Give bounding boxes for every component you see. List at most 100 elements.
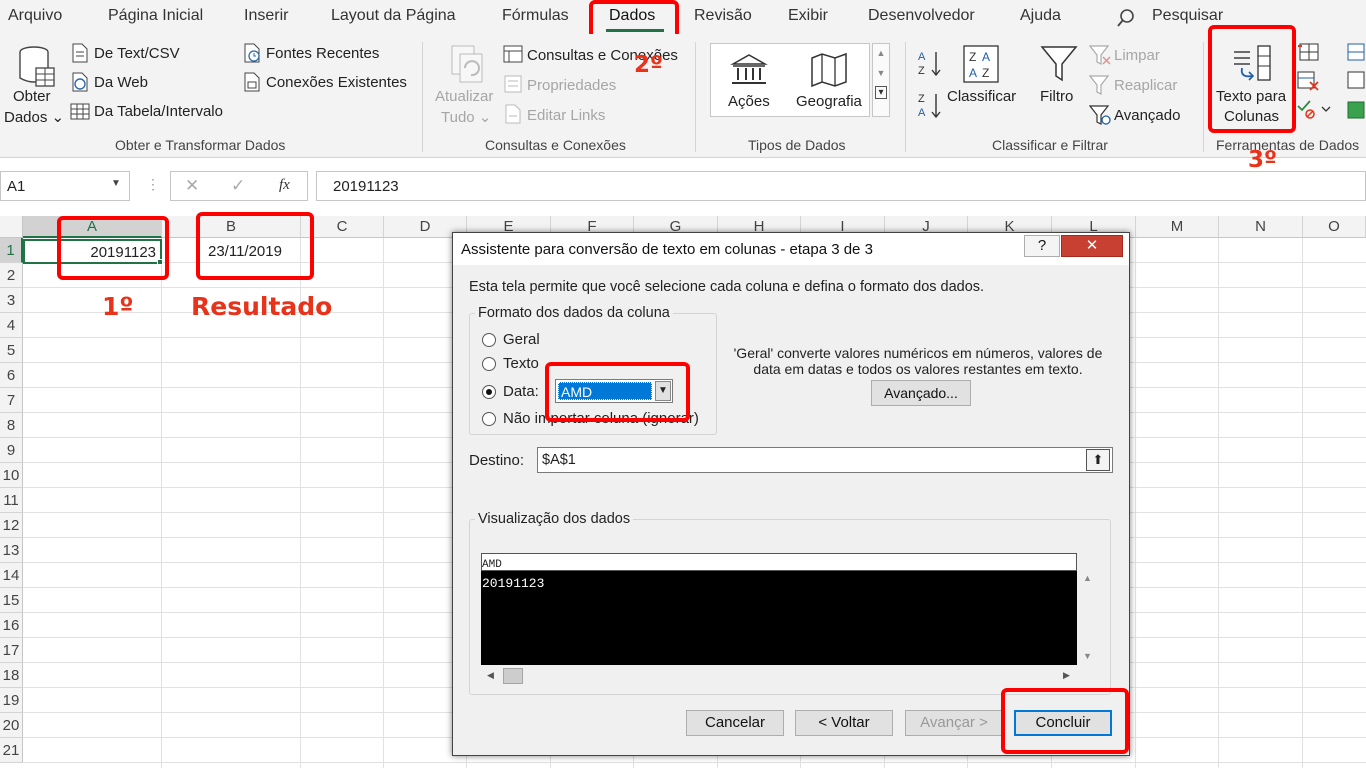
- radio-skip[interactable]: [482, 412, 496, 426]
- radio-text[interactable]: [482, 357, 496, 371]
- row-header-10[interactable]: 10: [0, 463, 23, 488]
- row-header-20[interactable]: 20: [0, 713, 23, 738]
- select-all-corner[interactable]: [0, 216, 23, 238]
- chevron-down-icon[interactable]: ▼: [1083, 651, 1092, 661]
- row-header-21[interactable]: 21: [0, 738, 23, 763]
- back-button[interactable]: < Voltar: [795, 710, 893, 736]
- properties-button[interactable]: Propriedades: [527, 77, 616, 94]
- cancel-button[interactable]: Cancelar: [686, 710, 784, 736]
- preview-vscroll[interactable]: ▲ ▼: [1077, 571, 1097, 665]
- search-box[interactable]: Pesquisar: [1152, 7, 1223, 25]
- general-note: 'Geral' converte valores numéricos em nú…: [733, 345, 1103, 377]
- refresh-all-label2[interactable]: Tudo ⌄: [441, 108, 491, 126]
- formula-input[interactable]: 20191123: [316, 171, 1366, 201]
- row-header-9[interactable]: 9: [0, 438, 23, 463]
- tab-revisao[interactable]: Revisão: [694, 7, 752, 25]
- tab-desenvolvedor[interactable]: Desenvolvedor: [868, 7, 975, 25]
- preview-hscroll[interactable]: ◀ ▶: [481, 665, 1077, 687]
- existing-connections-button[interactable]: Conexões Existentes: [266, 74, 407, 91]
- chevron-up-icon[interactable]: ▲: [873, 48, 889, 58]
- obter-dados-label1[interactable]: Obter: [13, 88, 51, 105]
- gallery-scroll[interactable]: ▲ ▼ ▾: [872, 43, 890, 117]
- refresh-all-icon: [451, 45, 483, 83]
- stocks-button[interactable]: Ações: [728, 93, 770, 110]
- sort-button[interactable]: Classificar: [947, 88, 1016, 105]
- gallery-more-icon[interactable]: ▾: [875, 86, 887, 99]
- row-header-14[interactable]: 14: [0, 563, 23, 588]
- highlight-cell-a1: [57, 216, 169, 280]
- column-header-n[interactable]: N: [1219, 216, 1303, 238]
- tab-inserir[interactable]: Inserir: [244, 7, 288, 25]
- radio-general[interactable]: [482, 333, 496, 347]
- help-button[interactable]: ?: [1024, 235, 1060, 257]
- insert-function-button[interactable]: fx: [279, 177, 290, 194]
- format-group-label: Formato dos dados da coluna: [475, 305, 673, 321]
- filter-button[interactable]: Filtro: [1040, 88, 1073, 105]
- row-header-1[interactable]: 1: [0, 238, 23, 263]
- hscroll-thumb[interactable]: [503, 668, 523, 684]
- row-header-8[interactable]: 8: [0, 413, 23, 438]
- row-header-5[interactable]: 5: [0, 338, 23, 363]
- column-header-o[interactable]: O: [1303, 216, 1366, 238]
- collapse-dialog-icon[interactable]: ⬆: [1086, 449, 1110, 471]
- table-icon: [70, 103, 90, 120]
- search-icon[interactable]: [1116, 8, 1136, 28]
- chevron-up-icon[interactable]: ▲: [1083, 573, 1092, 583]
- reapply-button[interactable]: Reaplicar: [1114, 77, 1177, 94]
- name-box[interactable]: A1 ▼: [0, 171, 130, 201]
- stocks-bank-icon: [730, 54, 768, 84]
- next-button[interactable]: Avançar >: [905, 710, 1003, 736]
- tab-pagina-inicial[interactable]: Página Inicial: [108, 7, 203, 25]
- text-file-icon: [72, 43, 88, 63]
- chevron-right-icon[interactable]: ▶: [1063, 670, 1070, 681]
- row-header-18[interactable]: 18: [0, 663, 23, 688]
- row-header-3[interactable]: 3: [0, 288, 23, 313]
- destination-input[interactable]: $A$1 ⬆: [537, 447, 1113, 473]
- confirm-icon[interactable]: ✓: [231, 176, 245, 196]
- row-header-11[interactable]: 11: [0, 488, 23, 513]
- row-header-16[interactable]: 16: [0, 613, 23, 638]
- row-header-4[interactable]: 4: [0, 313, 23, 338]
- row-header-17[interactable]: 17: [0, 638, 23, 663]
- radio-date[interactable]: [482, 385, 496, 399]
- from-table-button[interactable]: Da Tabela/Intervalo: [94, 103, 223, 120]
- geography-button[interactable]: Geografia: [796, 93, 862, 110]
- chevron-left-icon[interactable]: ◀: [487, 670, 494, 681]
- column-header-m[interactable]: M: [1136, 216, 1219, 238]
- tab-exibir[interactable]: Exibir: [788, 7, 828, 25]
- row-header-6[interactable]: 6: [0, 363, 23, 388]
- tab-arquivo[interactable]: Arquivo: [8, 7, 62, 25]
- preview-header: AMD: [482, 559, 502, 571]
- sort-za-icon: ZA: [918, 93, 941, 119]
- chevron-down-icon[interactable]: ▼: [111, 178, 121, 189]
- advanced-filter-icon: [1089, 105, 1111, 125]
- cancel-icon[interactable]: ✕: [185, 176, 199, 196]
- ribbon: Obter Dados ⌄ De Text/CSV Da Web Da Tabe…: [0, 25, 1366, 158]
- tab-formulas[interactable]: Fórmulas: [502, 7, 569, 25]
- row-header-13[interactable]: 13: [0, 538, 23, 563]
- row-header-19[interactable]: 19: [0, 688, 23, 713]
- svg-text:A: A: [918, 51, 926, 63]
- row-header-2[interactable]: 2: [0, 263, 23, 288]
- obter-dados-label2[interactable]: Dados ⌄: [4, 108, 64, 126]
- radio-text-label: Texto: [503, 355, 539, 372]
- chevron-down-icon[interactable]: ▼: [873, 68, 889, 78]
- from-web-button[interactable]: Da Web: [94, 74, 148, 91]
- row-header-12[interactable]: 12: [0, 513, 23, 538]
- dialog-intro: Esta tela permite que você selecione cad…: [469, 279, 985, 295]
- preview-data: 20191123: [481, 571, 1077, 665]
- clear-filter-icon: [1089, 45, 1111, 65]
- recent-sources-button[interactable]: Fontes Recentes: [266, 45, 379, 62]
- tab-layout[interactable]: Layout da Página: [331, 7, 456, 25]
- edit-links-icon: [505, 104, 521, 124]
- close-button[interactable]: ✕: [1061, 235, 1123, 257]
- edit-links-button[interactable]: Editar Links: [527, 107, 605, 124]
- from-text-csv-button[interactable]: De Text/CSV: [94, 45, 180, 62]
- row-header-7[interactable]: 7: [0, 388, 23, 413]
- tab-ajuda[interactable]: Ajuda: [1020, 7, 1061, 25]
- row-header-15[interactable]: 15: [0, 588, 23, 613]
- advanced-button[interactable]: Avançado: [1114, 107, 1180, 124]
- clear-button[interactable]: Limpar: [1114, 47, 1160, 64]
- advanced-button[interactable]: Avançado...: [871, 380, 971, 406]
- refresh-all-label1[interactable]: Atualizar: [435, 88, 493, 105]
